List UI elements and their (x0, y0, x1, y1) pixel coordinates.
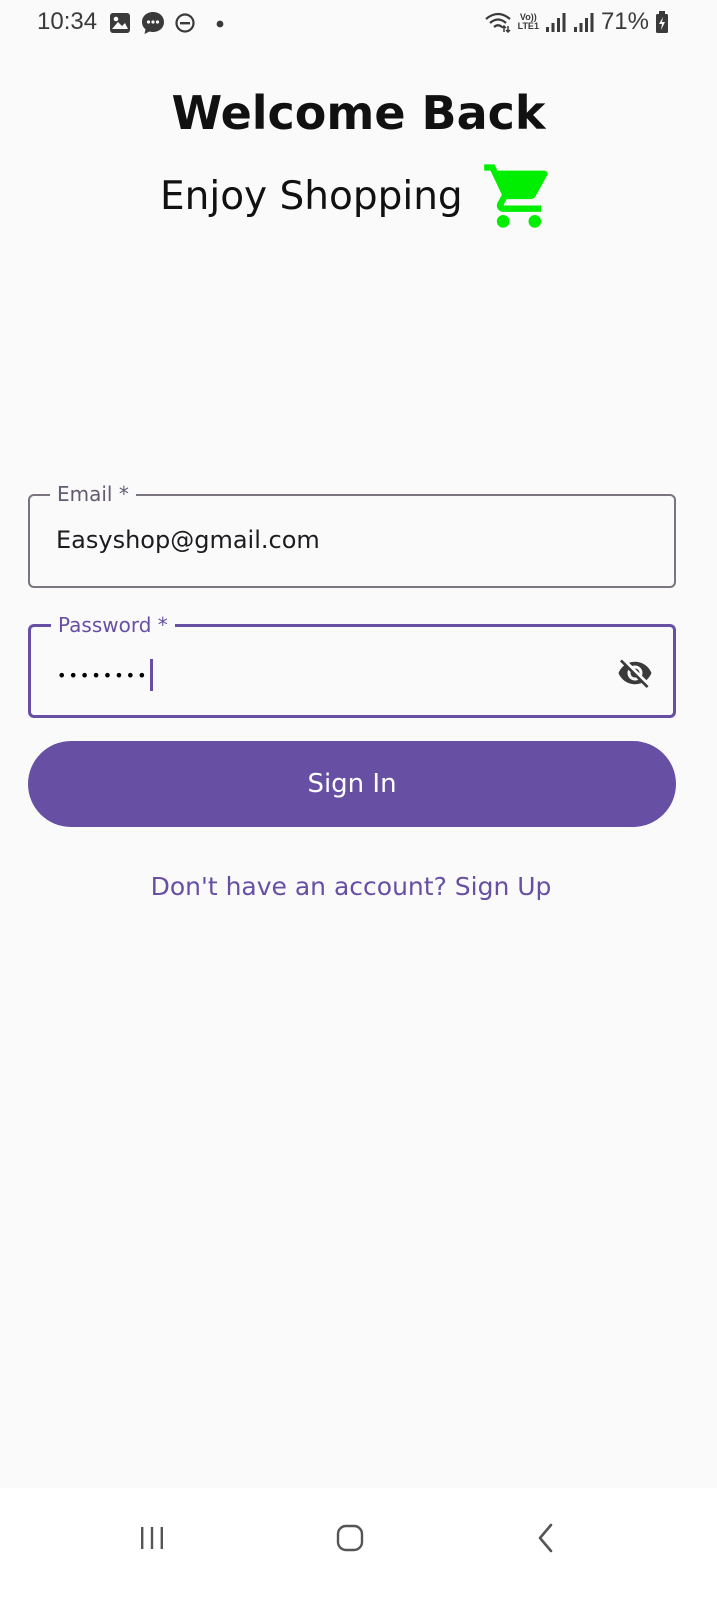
password-masked-value: •••••••• (57, 665, 149, 685)
sign-in-button[interactable]: Sign In (28, 741, 676, 827)
signal-icon (573, 13, 594, 32)
status-bar: 10:34 Vo)) LTE1 71% (0, 0, 717, 48)
email-input-value[interactable]: Easyshop@gmail.com (56, 526, 320, 554)
email-field[interactable]: Email * Easyshop@gmail.com (28, 481, 676, 588)
login-screen: 10:34 Vo)) LTE1 71% Welcome Back Enjoy S… (0, 0, 717, 1600)
shopping-cart-icon (483, 164, 548, 228)
battery-charging-icon (656, 11, 668, 33)
password-label: Password * (51, 612, 175, 638)
dot-icon (216, 20, 224, 28)
recent-apps-button[interactable] (122, 1518, 182, 1558)
gallery-icon (110, 13, 130, 33)
battery-percentage: 71% (600, 8, 649, 35)
page-subtitle: Enjoy Shopping (160, 173, 463, 219)
page-title: Welcome Back (171, 86, 546, 140)
home-button[interactable] (320, 1518, 380, 1558)
password-field[interactable]: Password * •••••••• (28, 612, 676, 718)
status-time: 10:34 (37, 8, 98, 35)
eye-off-icon[interactable] (615, 655, 655, 691)
text-cursor (149, 659, 153, 691)
notification-icons (108, 10, 228, 36)
chat-bubble-icon (142, 12, 164, 34)
back-button[interactable] (516, 1518, 576, 1558)
wifi-icon (484, 12, 511, 33)
volte-bottom: LTE1 (517, 21, 539, 31)
recent-apps-icon (141, 1527, 163, 1549)
system-status-icons: Vo)) LTE1 71% (484, 8, 669, 36)
subtitle-row: Enjoy Shopping (160, 158, 557, 234)
do-not-disturb-icon (175, 13, 195, 33)
volte-indicator: Vo)) LTE1 (518, 13, 539, 31)
sign-up-link[interactable]: Don't have an account? Sign Up (0, 872, 702, 901)
home-icon (336, 1524, 364, 1552)
signal-icon (545, 13, 566, 32)
email-label: Email * (50, 481, 136, 507)
password-input[interactable]: •••••••• (57, 659, 153, 691)
navigation-bar (0, 1488, 717, 1600)
back-icon (538, 1523, 553, 1553)
